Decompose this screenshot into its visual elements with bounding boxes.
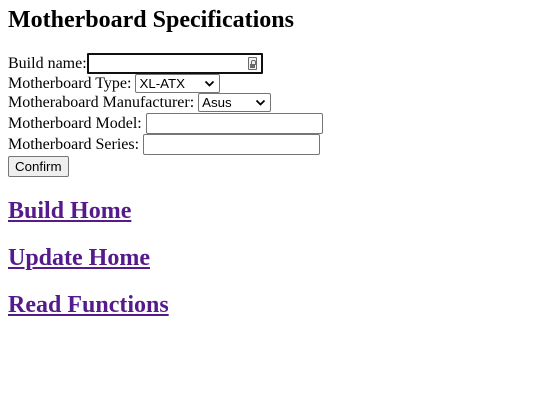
motherboard-type-row: Motherboard Type: XL-ATX	[8, 74, 531, 93]
motherboard-type-select[interactable]: XL-ATX	[135, 74, 221, 93]
build-name-input[interactable]	[86, 53, 263, 74]
read-functions-link[interactable]: Read Functions	[8, 291, 531, 319]
build-name-label: Build name:	[8, 55, 87, 72]
motherboard-manufacturer-selected: Asus	[202, 95, 232, 110]
motherboard-series-input[interactable]	[143, 134, 321, 155]
nav-links: Build Home Update Home Read Functions	[8, 197, 531, 319]
motherboard-type-selected: XL-ATX	[139, 76, 186, 91]
page: Motherboard Specifications Build name: M…	[8, 0, 531, 319]
page-title: Motherboard Specifications	[8, 7, 294, 33]
motherboard-series-label: Motherboard Series:	[8, 136, 140, 153]
motherboard-form: Build name: Motherboard Type: XL-ATX Mot…	[8, 53, 531, 177]
motherboard-model-input[interactable]	[145, 113, 323, 134]
motherboard-type-label: Motherboard Type:	[8, 75, 132, 92]
confirm-button[interactable]: Confirm	[8, 156, 69, 177]
chevron-down-icon	[256, 99, 266, 106]
motherboard-model-label: Motherboard Model:	[8, 115, 142, 132]
build-name-row: Build name:	[8, 53, 531, 74]
motherboard-series-row: Motherboard Series:	[8, 134, 531, 155]
update-home-link[interactable]: Update Home	[8, 244, 531, 272]
chevron-down-icon	[205, 80, 215, 87]
confirm-row: Confirm	[8, 155, 531, 177]
motherboard-manufacturer-label: Motheraboard Manufacturer:	[8, 94, 195, 111]
keyboard-lock-icon	[247, 57, 257, 70]
build-home-link[interactable]: Build Home	[8, 197, 531, 225]
motherboard-manufacturer-row: Motheraboard Manufacturer: Asus	[8, 93, 531, 112]
motherboard-manufacturer-select[interactable]: Asus	[198, 93, 272, 112]
motherboard-model-row: Motherboard Model:	[8, 113, 531, 134]
